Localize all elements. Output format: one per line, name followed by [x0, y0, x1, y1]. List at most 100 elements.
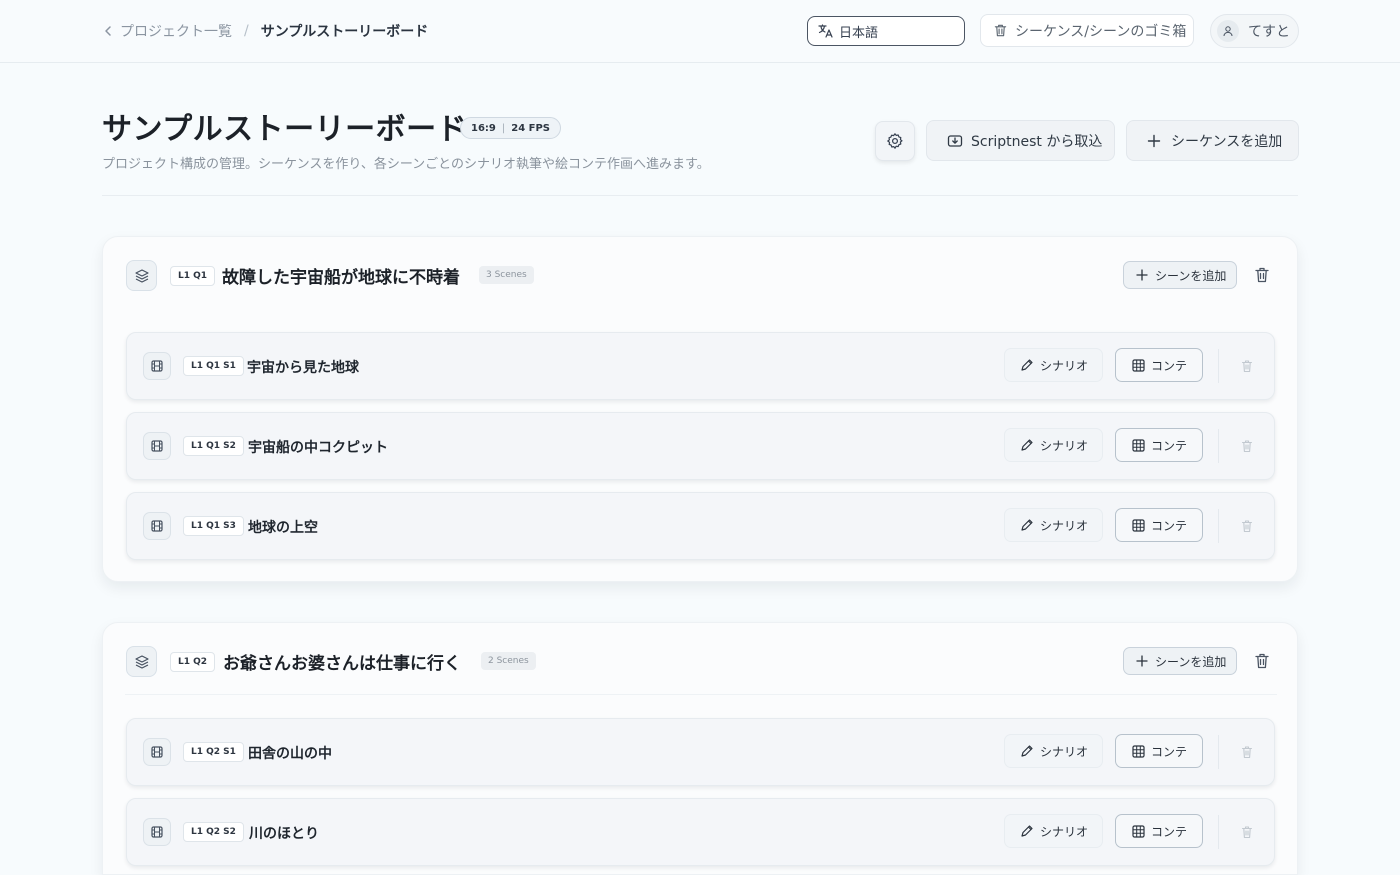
scenario-button[interactable]: シナリオ	[1004, 814, 1103, 848]
scene-row[interactable]: L1 Q2 S2 川のほとり シナリオ コンテ	[126, 798, 1275, 866]
conte-button[interactable]: コンテ	[1115, 508, 1203, 542]
conte-label: コンテ	[1151, 438, 1188, 453]
scenario-button[interactable]: シナリオ	[1004, 734, 1103, 768]
top-bar: プロジェクト一覧 / サンプルストーリーボード 日本語 シーケンス/シーンのゴミ…	[0, 0, 1400, 63]
scene-title[interactable]: 宇宙から見た地球	[247, 357, 359, 377]
add-sequence-label: シーケンスを追加	[1171, 133, 1283, 150]
user-name: てすと	[1248, 24, 1290, 40]
delete-scene-button[interactable]	[1241, 438, 1253, 453]
pen-icon	[1021, 745, 1033, 757]
trash-icon	[1255, 267, 1269, 283]
trash-icon	[1241, 440, 1253, 453]
conte-button[interactable]: コンテ	[1115, 428, 1203, 462]
grid-icon	[1132, 438, 1145, 452]
sequence-header: L1 Q1 故障した宇宙船が地球に不時着 3 Scenes シーンを追加	[103, 237, 1297, 309]
back-to-projects-link[interactable]: プロジェクト一覧	[102, 21, 232, 41]
pen-icon	[1021, 359, 1033, 371]
scene-code: L1 Q2 S1	[183, 742, 244, 762]
add-scene-button[interactable]: シーンを追加	[1123, 647, 1237, 675]
pen-icon	[1021, 439, 1033, 451]
conte-button[interactable]: コンテ	[1115, 814, 1203, 848]
add-scene-label: シーンを追加	[1155, 268, 1227, 283]
scene-title[interactable]: 宇宙船の中コクピット	[248, 437, 388, 457]
breadcrumb-current: サンプルストーリーボード	[260, 24, 429, 40]
plus-icon	[1136, 655, 1148, 667]
import-scriptnest-button[interactable]: Scriptnest から取込	[926, 120, 1115, 161]
grid-icon	[1132, 744, 1145, 758]
delete-scene-button[interactable]	[1241, 744, 1253, 759]
scenario-button[interactable]: シナリオ	[1004, 428, 1103, 462]
add-scene-button[interactable]: シーンを追加	[1123, 261, 1237, 289]
user-menu-button[interactable]: てすと	[1210, 14, 1299, 48]
scenario-label: シナリオ	[1040, 744, 1089, 759]
scene-row[interactable]: L1 Q2 S1 田舎の山の中 シナリオ コンテ	[126, 718, 1275, 786]
trash-bin-button[interactable]: シーケンス/シーンのゴミ箱	[980, 14, 1194, 47]
sequence-title[interactable]: お爺さんお婆さんは仕事に行く	[223, 649, 461, 674]
pen-icon	[1021, 519, 1033, 531]
scene-row[interactable]: L1 Q1 S3 地球の上空 シナリオ コンテ	[126, 492, 1275, 560]
plus-icon	[1136, 269, 1148, 281]
delete-scene-button[interactable]	[1241, 518, 1253, 533]
delete-scene-button[interactable]	[1241, 824, 1253, 839]
scenario-button[interactable]: シナリオ	[1004, 508, 1103, 542]
user-icon	[1223, 26, 1233, 37]
scene-title[interactable]: 地球の上空	[248, 517, 318, 537]
conte-label: コンテ	[1151, 744, 1188, 759]
trash-icon	[1255, 653, 1269, 669]
layers-icon	[126, 646, 157, 677]
language-value: 日本語	[839, 25, 879, 41]
scene-title[interactable]: 田舎の山の中	[248, 743, 332, 763]
scenario-label: シナリオ	[1040, 438, 1089, 453]
row-divider	[1218, 735, 1219, 769]
pen-icon	[1021, 825, 1033, 837]
row-divider	[1218, 429, 1219, 463]
header-divider	[102, 195, 1298, 196]
scenario-button[interactable]: シナリオ	[1004, 348, 1103, 382]
fps-label: 24 FPS	[511, 122, 551, 134]
film-icon	[143, 512, 171, 540]
film-icon	[143, 818, 171, 846]
scene-row[interactable]: L1 Q1 S1 宇宙から見た地球 シナリオ コンテ	[126, 332, 1275, 400]
plus-icon	[1147, 134, 1161, 147]
page-description: プロジェクト構成の管理。シーケンスを作り、各シーンごとのシナリオ執筆や絵コンテ作…	[102, 157, 710, 172]
sequence-card: L1 Q2 お爺さんお婆さんは仕事に行く 2 Scenes シーンを追加 L1 …	[102, 622, 1298, 875]
grid-icon	[1132, 824, 1145, 838]
trash-icon	[1241, 826, 1253, 839]
scenario-label: シナリオ	[1040, 824, 1089, 839]
avatar	[1217, 20, 1239, 42]
trash-icon	[994, 24, 1007, 37]
sequence-header: L1 Q2 お爺さんお婆さんは仕事に行く 2 Scenes シーンを追加	[103, 623, 1297, 695]
scene-code: L1 Q2 S2	[183, 822, 244, 842]
delete-sequence-button[interactable]	[1254, 266, 1270, 284]
import-icon	[947, 134, 963, 147]
delete-sequence-button[interactable]	[1254, 652, 1270, 670]
scene-count-badge: 3 Scenes	[479, 266, 534, 284]
chevron-left-icon	[105, 26, 111, 36]
trash-bin-label: シーケンス/シーンのゴミ箱	[1015, 23, 1187, 40]
scene-title[interactable]: 川のほとり	[249, 823, 319, 843]
grid-icon	[1132, 358, 1145, 372]
scene-row[interactable]: L1 Q1 S2 宇宙船の中コクピット シナリオ コンテ	[126, 412, 1275, 480]
grid-icon	[1132, 518, 1145, 532]
layers-icon	[126, 260, 157, 291]
language-select[interactable]: 日本語	[807, 16, 965, 46]
add-sequence-button[interactable]: シーケンスを追加	[1126, 120, 1299, 161]
trash-icon	[1241, 520, 1253, 533]
delete-scene-button[interactable]	[1241, 358, 1253, 373]
sequence-title[interactable]: 故障した宇宙船が地球に不時着	[222, 263, 460, 288]
breadcrumb: プロジェクト一覧 / サンプルストーリーボード	[102, 20, 428, 42]
conte-button[interactable]: コンテ	[1115, 734, 1203, 768]
badge-divider: |	[501, 122, 506, 134]
conte-label: コンテ	[1151, 358, 1188, 373]
sequence-divider	[125, 694, 1277, 695]
film-icon	[143, 432, 171, 460]
conte-button[interactable]: コンテ	[1115, 348, 1203, 382]
trash-icon	[1241, 746, 1253, 759]
sequence-code: L1 Q1	[170, 266, 216, 286]
project-settings-button[interactable]	[875, 121, 915, 161]
scene-code: L1 Q1 S3	[183, 516, 244, 536]
trash-icon	[1241, 360, 1253, 373]
gear-icon	[887, 133, 903, 149]
film-icon	[143, 738, 171, 766]
row-divider	[1218, 815, 1219, 849]
